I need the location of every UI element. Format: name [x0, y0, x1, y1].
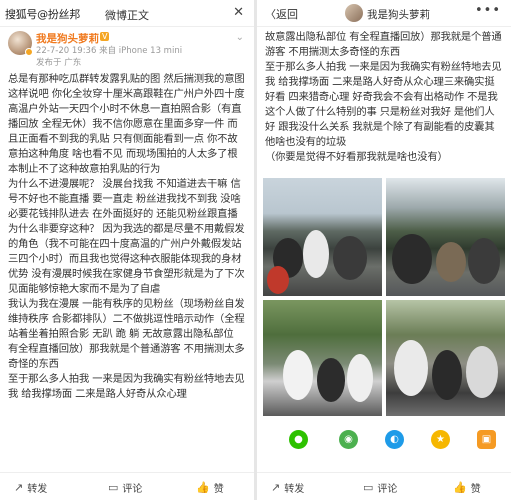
back-button[interactable]: 〈返回 — [265, 6, 298, 22]
share-button[interactable]: ↗ 转发 — [271, 480, 304, 495]
comment-icon: ▭ — [108, 481, 119, 494]
qzone-icon[interactable]: ★ — [431, 430, 450, 449]
comment-label: 评论 — [122, 484, 143, 495]
share-icon: ↗ — [271, 481, 281, 494]
chevron-down-icon[interactable]: ⌄ — [236, 32, 244, 43]
comment-icon: ▭ — [363, 481, 374, 494]
photo-grid — [263, 178, 505, 416]
comment-button[interactable]: ▭ 评论 — [363, 480, 397, 495]
more-share-icon[interactable]: ▣ — [477, 430, 496, 449]
close-icon[interactable]: ✕ — [233, 5, 244, 20]
verified-badge: V — [100, 32, 110, 41]
right-header: 〈返回 我是狗头萝莉 ••• — [257, 0, 511, 27]
action-bar: ↗ 转发 ▭ 评论 👍 赞 — [257, 472, 511, 500]
like-icon: 👍 — [453, 481, 467, 494]
share-label: 转发 — [284, 484, 305, 495]
action-bar: ↗ 转发 ▭ 评论 👍 赞 — [0, 472, 254, 500]
comment-button[interactable]: ▭ 评论 — [108, 480, 142, 495]
page-title: 微博正文 — [105, 9, 149, 22]
like-button[interactable]: 👍 赞 — [196, 480, 224, 495]
like-icon: 👍 — [196, 481, 210, 494]
photo-crowd-3[interactable] — [263, 300, 382, 416]
photo-crowd-2[interactable] — [386, 178, 505, 296]
left-panel: 搜狐号@扮丝邦 微博正文 ✕ 我是狗头萝莉 V 22-7-20 19:36 来自… — [0, 0, 254, 500]
like-button[interactable]: 👍 赞 — [453, 480, 481, 495]
share-label: 转发 — [27, 484, 48, 495]
qq-icon[interactable]: ◐ — [385, 430, 404, 449]
post-text: 故意露出隐私部位 有全程直播回放）那我就是个普通游客 不用揣测太多奇怪的东西 至… — [265, 31, 502, 163]
moments-icon[interactable]: ◉ — [339, 430, 358, 449]
like-label: 赞 — [470, 484, 481, 495]
share-icon: ↗ — [14, 481, 24, 494]
more-icon[interactable]: ••• — [475, 3, 501, 18]
share-row: ● ◉ ◐ ★ ▣ — [257, 426, 511, 454]
avatar[interactable] — [345, 4, 363, 22]
photo-crowd-4[interactable] — [386, 300, 505, 416]
wechat-icon[interactable]: ● — [289, 430, 308, 449]
like-label: 赞 — [213, 484, 224, 495]
post-meta: 22-7-20 19:36 来自 iPhone 13 mini — [36, 46, 183, 56]
share-button[interactable]: ↗ 转发 — [14, 480, 47, 495]
post-text: 总是有那种吃瓜群转发露乳贴的图 然后揣测我的意图 这样说吧 你化全妆穿十厘米高跟… — [8, 73, 245, 400]
username[interactable]: 我是狗头萝莉 — [367, 7, 430, 22]
photo-crowd-1[interactable] — [263, 178, 382, 296]
right-panel: 〈返回 我是狗头萝莉 ••• 故意露出隐私部位 有全程直播回放）那我就是个普通游… — [257, 0, 511, 500]
comment-label: 评论 — [377, 484, 398, 495]
vip-icon — [25, 48, 33, 56]
left-header: 搜狐号@扮丝邦 微博正文 ✕ — [0, 0, 254, 27]
back-label: 返回 — [276, 8, 298, 21]
post-location: 发布于 广东 — [36, 58, 82, 68]
